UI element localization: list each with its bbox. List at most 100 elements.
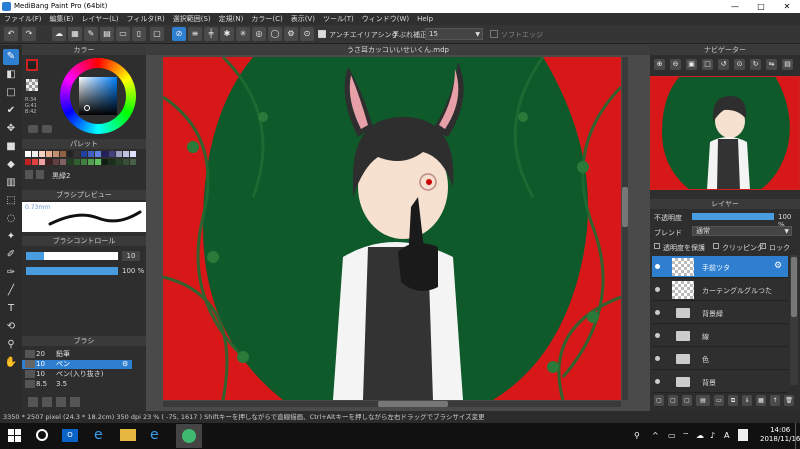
- brush-item[interactable]: 8.5 3.5: [22, 380, 132, 389]
- rotate-right-icon[interactable]: ↻: [750, 59, 761, 70]
- palette-swatch[interactable]: [102, 159, 108, 165]
- layer-gear-icon[interactable]: ⚙: [774, 261, 782, 271]
- adobe-icon[interactable]: [738, 429, 748, 441]
- antialias-checkbox[interactable]: [318, 30, 326, 38]
- new-layer-icon[interactable]: ▢: [654, 395, 664, 406]
- palette-swatch[interactable]: [74, 159, 80, 165]
- menu-tool[interactable]: ツール(T): [319, 13, 358, 25]
- settings-icon[interactable]: ⚙: [284, 27, 298, 41]
- protect-alpha-checkbox[interactable]: [654, 243, 660, 249]
- snap-parallel-icon[interactable]: ≡: [188, 27, 202, 41]
- windows-start-icon[interactable]: [8, 429, 22, 443]
- dot-tool-icon[interactable]: ✔: [3, 103, 19, 119]
- palette-swatch[interactable]: [74, 151, 80, 157]
- snap-off-icon[interactable]: ▢: [150, 27, 164, 41]
- move-layer-icon[interactable]: ↑: [770, 395, 780, 406]
- menu-layer[interactable]: レイヤー(L): [77, 13, 122, 25]
- brush-size-value[interactable]: 10: [122, 251, 140, 261]
- copy-layer-icon[interactable]: ⧉: [728, 395, 738, 406]
- rotate-reset-icon[interactable]: ⊙: [734, 59, 745, 70]
- menu-edit[interactable]: 編集(E): [46, 13, 78, 25]
- palette-swatch[interactable]: [46, 159, 52, 165]
- brush-size-slider[interactable]: [26, 252, 118, 260]
- folder-icon[interactable]: ▭: [714, 395, 724, 406]
- palette-delete-icon[interactable]: [36, 170, 44, 179]
- magic-wand-tool-icon[interactable]: ✦: [3, 229, 19, 245]
- palette-swatch[interactable]: [53, 159, 59, 165]
- minimize-button[interactable]: —: [722, 0, 748, 13]
- snap-none-icon[interactable]: ⊘: [172, 27, 186, 41]
- palette-swatch[interactable]: [109, 151, 115, 157]
- fit-screen-icon[interactable]: ▣: [686, 59, 697, 70]
- color-mode-icon[interactable]: [28, 125, 38, 133]
- palette-swatch[interactable]: [46, 151, 52, 157]
- color-palette-icon[interactable]: [42, 125, 52, 133]
- menu-ruler[interactable]: 定規(N): [215, 13, 248, 25]
- layer-row[interactable]: 色: [652, 348, 788, 370]
- palette-swatch[interactable]: [88, 151, 94, 157]
- foreground-color-swatch[interactable]: [26, 59, 38, 71]
- horizontal-scrollbar[interactable]: [163, 401, 621, 407]
- artwork-canvas[interactable]: [163, 57, 621, 400]
- layer-scrollbar[interactable]: [790, 255, 798, 385]
- palette-swatch[interactable]: [60, 159, 66, 165]
- palette-swatch[interactable]: [32, 159, 38, 165]
- onedrive-icon[interactable]: ☁: [696, 431, 704, 440]
- snap-curve-icon[interactable]: ◯: [268, 27, 282, 41]
- rectangle-tool-icon[interactable]: □: [3, 85, 19, 101]
- menu-view[interactable]: 表示(V): [287, 13, 319, 25]
- palette-swatch[interactable]: [53, 151, 59, 157]
- actual-size-icon[interactable]: □: [702, 59, 713, 70]
- palette-swatch[interactable]: [130, 159, 136, 165]
- lasso-tool-icon[interactable]: ◌: [3, 211, 19, 227]
- outlook-icon[interactable]: O: [62, 429, 78, 442]
- ie-icon[interactable]: e: [94, 428, 108, 442]
- move-tool-icon[interactable]: ✥: [3, 121, 19, 137]
- operation-tool-icon[interactable]: ⟲: [3, 319, 19, 335]
- eyedropper-tool-icon[interactable]: ⚲: [3, 337, 19, 353]
- menu-color[interactable]: カラー(C): [247, 13, 286, 25]
- undo-icon[interactable]: ↶: [4, 27, 18, 41]
- layer-row[interactable]: 背景緑: [652, 302, 788, 324]
- grid-snap-icon[interactable]: ▤: [100, 27, 114, 41]
- menu-help[interactable]: Help: [413, 13, 437, 25]
- menu-file[interactable]: ファイル(F): [0, 13, 46, 25]
- brush-item-selected[interactable]: 10 ペン ⚙: [22, 360, 132, 369]
- palette-swatches[interactable]: [25, 151, 143, 167]
- brush-opacity-slider[interactable]: [26, 267, 118, 275]
- gradient-tool-icon[interactable]: ▥: [3, 175, 19, 191]
- close-button[interactable]: ✕: [774, 0, 800, 13]
- palette-swatch[interactable]: [102, 151, 108, 157]
- new-halftone-layer-icon[interactable]: ▢: [668, 395, 678, 406]
- comment-icon[interactable]: ✎: [84, 27, 98, 41]
- visibility-icon[interactable]: [655, 264, 660, 269]
- layer-row[interactable]: 背景: [652, 371, 788, 393]
- frame-icon[interactable]: ▭: [116, 27, 130, 41]
- tray-chevron-icon[interactable]: ^: [652, 431, 659, 440]
- layer-row[interactable]: 線: [652, 325, 788, 347]
- visibility-icon[interactable]: [655, 333, 660, 338]
- zoom-in-icon[interactable]: ⊕: [654, 59, 665, 70]
- vertical-scrollbar[interactable]: [622, 57, 628, 400]
- layer-settings-icon[interactable]: ▦: [756, 395, 766, 406]
- layer-row-selected[interactable]: 手前ツタ ⚙: [652, 256, 788, 278]
- palette-swatch[interactable]: [39, 151, 45, 157]
- menu-window[interactable]: ウィンドウ(W): [358, 13, 413, 25]
- bucket-tool-icon[interactable]: ◆: [3, 157, 19, 173]
- snap-target-icon[interactable]: ⊙: [300, 27, 314, 41]
- divide-tool-icon[interactable]: ╱: [3, 283, 19, 299]
- palette-swatch[interactable]: [81, 151, 87, 157]
- palette-swatch[interactable]: [123, 151, 129, 157]
- navigator-menu-icon[interactable]: ▤: [782, 59, 793, 70]
- brush-tool-icon[interactable]: ✎: [3, 49, 19, 65]
- visibility-icon[interactable]: [655, 356, 660, 361]
- grid-icon[interactable]: ▦: [68, 27, 82, 41]
- palette-swatch[interactable]: [81, 159, 87, 165]
- visibility-icon[interactable]: [655, 379, 660, 384]
- snap-cross-icon[interactable]: ╪: [204, 27, 218, 41]
- palette-swatch[interactable]: [25, 159, 31, 165]
- palette-swatch[interactable]: [60, 151, 66, 157]
- brush-add-icon[interactable]: [42, 397, 52, 407]
- person-icon[interactable]: ⚲: [634, 431, 640, 440]
- select-eraser-tool-icon[interactable]: ✑: [3, 265, 19, 281]
